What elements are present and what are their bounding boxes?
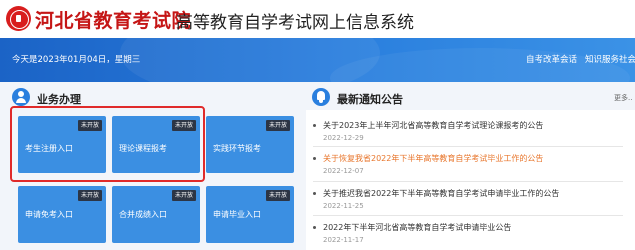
status-badge: 未开放 [265, 190, 290, 201]
highlight-annotation [10, 106, 205, 182]
user-icon [12, 88, 30, 106]
news-date: 2022-12-07 [323, 167, 364, 175]
divider [313, 181, 623, 182]
business-section-title: 业务办理 [37, 93, 81, 106]
status-badge: 未开放 [171, 190, 196, 201]
bell-icon [312, 88, 330, 106]
bullet-icon [313, 157, 316, 160]
news-title[interactable]: 关于恢复我省2022年下半年高等教育自学考试毕业工作的公告 [323, 153, 543, 164]
news-title[interactable]: 2022年下半年河北省高等教育自学考试申请毕业公告 [323, 222, 511, 233]
bullet-icon [313, 124, 316, 127]
tile-label: 合并成绩入口 [119, 210, 167, 219]
tile-label: 申请毕业入口 [213, 210, 261, 219]
more-link[interactable]: 更多.. [614, 93, 632, 103]
bullet-icon [313, 226, 316, 229]
tile-exemption-application[interactable]: 未开放 申请免考入口 [18, 186, 106, 243]
logo-emblem-icon [6, 6, 31, 31]
org-name[interactable]: 河北省教育考试院 [35, 6, 191, 33]
bullet-icon [313, 192, 316, 195]
tile-label: 实践环节报考 [213, 144, 261, 153]
banner-link-reform[interactable]: 自考改革会话 [526, 53, 577, 65]
news-date: 2022-11-25 [323, 202, 364, 210]
tile-graduation-application[interactable]: 未开放 申请毕业入口 [206, 186, 294, 243]
news-date: 2022-11-17 [323, 236, 364, 244]
status-badge: 未开放 [77, 190, 102, 201]
divider [313, 215, 623, 216]
news-section-title: 最新通知公告 [337, 93, 403, 106]
news-title[interactable]: 关于推迟我省2022年下半年高等教育自学考试申请毕业工作的公告 [323, 188, 559, 199]
tile-score-merge[interactable]: 未开放 合并成绩入口 [112, 186, 200, 243]
system-title: 高等教育自学考试网上信息系统 [176, 13, 414, 33]
banner-link-service[interactable]: 知识服务社会 [585, 53, 635, 65]
news-date: 2022-12-29 [323, 134, 364, 142]
tile-label: 申请免考入口 [25, 210, 73, 219]
news-title[interactable]: 关于2023年上半年河北省高等教育自学考试理论课报考的公告 [323, 120, 543, 131]
banner: 今天是2023年01月04日，星期三 自考改革会话 知识服务社会 [0, 38, 635, 82]
status-badge: 未开放 [265, 120, 290, 131]
divider [313, 146, 623, 147]
site-header: 河北省教育考试院 高等教育自学考试网上信息系统 [0, 0, 635, 38]
current-date: 今天是2023年01月04日，星期三 [12, 55, 141, 65]
tile-practice-registration[interactable]: 未开放 实践环节报考 [206, 116, 294, 173]
